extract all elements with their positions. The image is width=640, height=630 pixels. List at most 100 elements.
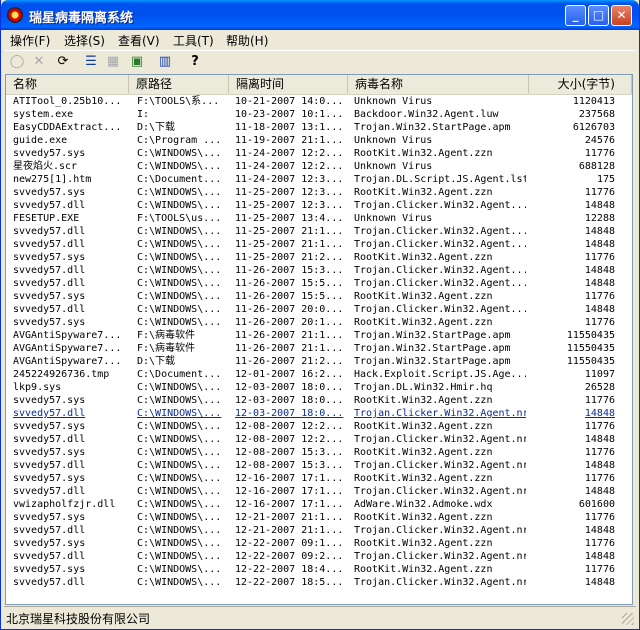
cell-time: 12-01-2007 16:2... [235,369,344,380]
cell-path: C:\WINDOWS\... [137,447,222,458]
cell-name: ATITool_0.25b10... [13,96,122,107]
table-row[interactable]: FESETUP.EXE F:\TOOLS\us... 11-25-2007 13:4… [6,212,632,225]
restore-icon[interactable]: ◯ [8,53,26,71]
cell-time: 11-25-2007 21:1... [235,239,344,250]
cell-virus: Trojan.Clicker.Win32.Agent.nr [354,460,526,471]
table-row[interactable]: guide.exe C:\Program ... 11-19-2007 21:1..… [6,134,632,147]
menu-select[interactable]: 选择(S) [64,32,105,49]
cell-size: 12288 [584,213,615,224]
cell-name: svvedy57.sys [13,317,86,328]
table-row[interactable]: svvedy57.dll C:\WINDOWS\... 11-25-2007 12:… [6,199,632,212]
table-row[interactable]: vwizapholfzjr.dll C:\WINDOWS\... 12-16-200… [6,498,632,511]
cell-time: 12-22-2007 09:1... [235,538,344,549]
help-icon[interactable]: ? [186,53,204,71]
table-row[interactable]: lkp9.sys C:\WINDOWS\... 12-03-2007 18:0...… [6,381,632,394]
cell-name: 星夜焰火.scr [13,161,78,172]
cell-name: AVGAntiSpyware7... [13,343,122,354]
table-row[interactable]: svvedy57.dll C:\WINDOWS\... 12-16-2007 17:… [6,485,632,498]
cell-time: 11-25-2007 12:3... [235,200,344,211]
table-row[interactable]: ATITool_0.25b10... F:\TOOLS\系... 10-21-200… [6,95,632,108]
table-row[interactable]: svvedy57.dll C:\WINDOWS\... 12-22-2007 09:… [6,550,632,563]
refresh-icon[interactable]: ▣ [128,53,146,71]
column-header-size[interactable]: 大小(字节) [529,75,632,93]
table-row[interactable]: svvedy57.sys C:\WINDOWS\... 11-26-2007 20:… [6,316,632,329]
cell-virus: Unknown Virus [354,96,433,107]
table-row[interactable]: new275[1].htm C:\Document... 11-24-2007 12… [6,173,632,186]
cell-time: 11-26-2007 20:0... [235,304,344,315]
menu-operate[interactable]: 操作(F) [10,32,50,49]
table-row[interactable]: AVGAntiSpyware7... F:\病毒软件 11-26-2007 21:1… [6,342,632,355]
table-row[interactable]: svvedy57.dll C:\WINDOWS\... 12-22-2007 18:… [6,576,632,589]
cell-name: svvedy57.dll [13,408,86,419]
cell-time: 11-26-2007 21:1... [235,343,344,354]
cell-time: 12-22-2007 18:4... [235,564,344,575]
list-body: ATITool_0.25b10... F:\TOOLS\系... 10-21-200… [6,95,632,589]
column-header-path[interactable]: 原路径 [129,75,229,93]
cell-name: svvedy57.sys [13,512,86,523]
table-row[interactable]: svvedy57.dll C:\WINDOWS\... 12-08-2007 15:… [6,459,632,472]
cell-virus: RootKit.Win32.Agent.zzn [354,473,493,484]
table-row[interactable]: svvedy57.dll C:\WINDOWS\... 11-26-2007 20:… [6,303,632,316]
cell-size: 24576 [584,135,615,146]
table-row[interactable]: AVGAntiSpyware7... F:\病毒软件 11-26-2007 21:1… [6,329,632,342]
cell-size: 14848 [584,434,615,445]
table-row[interactable]: svvedy57.sys C:\WINDOWS\... 12-22-2007 18:… [6,563,632,576]
column-header-virus[interactable]: 病毒名称 [348,75,529,93]
cell-time: 11-26-2007 21:1... [235,330,344,341]
column-header-time[interactable]: 隔离时间 [229,75,348,93]
cell-size: 14848 [584,200,615,211]
table-row[interactable]: system.exe I: 10-23-2007 10:1... Backdoor.W… [6,108,632,121]
cell-size: 11776 [584,447,615,458]
table-row[interactable]: 星夜焰火.scr C:\WINDOWS\... 11-24-2007 12:2...… [6,160,632,173]
list-view-icon[interactable]: ▦ [104,53,122,71]
maximize-button[interactable]: □ [588,5,609,26]
table-row[interactable]: AVGAntiSpyware7... D:\下载 11-26-2007 21:2..… [6,355,632,368]
table-row[interactable]: svvedy57.sys C:\WINDOWS\... 11-25-2007 21:… [6,251,632,264]
cell-name: svvedy57.sys [13,187,86,198]
table-row[interactable]: svvedy57.dll C:\WINDOWS\... 12-03-2007 18:… [6,407,632,420]
stats-chart-icon[interactable]: ▥ [156,53,174,71]
cell-time: 12-08-2007 15:3... [235,447,344,458]
resize-grip-icon[interactable] [622,613,634,625]
table-row[interactable]: svvedy57.sys C:\WINDOWS\... 11-26-2007 15:… [6,290,632,303]
cell-path: F:\TOOLS\系... [137,96,220,107]
cell-name: svvedy57.dll [13,265,86,276]
menu-help[interactable]: 帮助(H) [226,32,268,49]
cell-path: C:\WINDOWS\... [137,200,222,211]
table-row[interactable]: svvedy57.dll C:\WINDOWS\... 12-08-2007 12:… [6,433,632,446]
table-row[interactable]: svvedy57.dll C:\WINDOWS\... 12-21-2007 21:… [6,524,632,537]
table-row[interactable]: svvedy57.sys C:\WINDOWS\... 12-22-2007 09:… [6,537,632,550]
column-header-name[interactable]: 名称 [6,75,129,93]
table-row[interactable]: svvedy57.dll C:\WINDOWS\... 11-26-2007 15:… [6,264,632,277]
table-row[interactable]: EasyCDDAExtract... D:\下载 11-18-2007 13:1..… [6,121,632,134]
menu-tools[interactable]: 工具(T) [173,32,214,49]
table-row[interactable]: svvedy57.sys C:\WINDOWS\... 11-24-2007 12:… [6,147,632,160]
table-row[interactable]: svvedy57.sys C:\WINDOWS\... 12-03-2007 18:… [6,394,632,407]
cell-size: 11550435 [566,343,615,354]
cell-time: 12-22-2007 09:2... [235,551,344,562]
cell-path: C:\WINDOWS\... [137,291,222,302]
minimize-button[interactable]: _ [565,5,586,26]
table-row[interactable]: svvedy57.sys C:\WINDOWS\... 12-21-2007 21:… [6,511,632,524]
table-row[interactable]: svvedy57.dll C:\WINDOWS\... 11-26-2007 15:… [6,277,632,290]
menu-view[interactable]: 查看(V) [118,32,160,49]
title-bar[interactable]: 瑞星病毒隔离系统 _ □ ✕ [1,0,639,30]
quarantine-list[interactable]: 名称 原路径 隔离时间 病毒名称 大小(字节) ATITool_0.25b10.… [5,74,633,605]
cell-time: 12-03-2007 18:0... [235,395,344,406]
table-row[interactable]: svvedy57.dll C:\WINDOWS\... 11-25-2007 21:… [6,238,632,251]
table-row[interactable]: svvedy57.sys C:\WINDOWS\... 12-08-2007 15:… [6,446,632,459]
cell-size: 11097 [584,369,615,380]
close-button[interactable]: ✕ [611,5,632,26]
large-icons-view-icon[interactable]: ☰ [82,53,100,71]
table-row[interactable]: svvedy57.sys C:\WINDOWS\... 11-25-2007 12:… [6,186,632,199]
cell-size: 11550435 [566,330,615,341]
table-row[interactable]: 245224926736.tmp C:\Document... 12-01-2007… [6,368,632,381]
table-row[interactable]: svvedy57.sys C:\WINDOWS\... 12-16-2007 17:… [6,472,632,485]
cell-virus: RootKit.Win32.Agent.zzn [354,564,493,575]
scan-icon[interactable]: ⟳ [54,53,72,71]
table-row[interactable]: svvedy57.dll C:\WINDOWS\... 11-25-2007 21:… [6,225,632,238]
table-row[interactable]: svvedy57.sys C:\WINDOWS\... 12-08-2007 12:… [6,420,632,433]
cell-time: 11-24-2007 12:2... [235,161,344,172]
cell-name: svvedy57.dll [13,486,86,497]
delete-icon[interactable]: ✕ [30,53,48,71]
